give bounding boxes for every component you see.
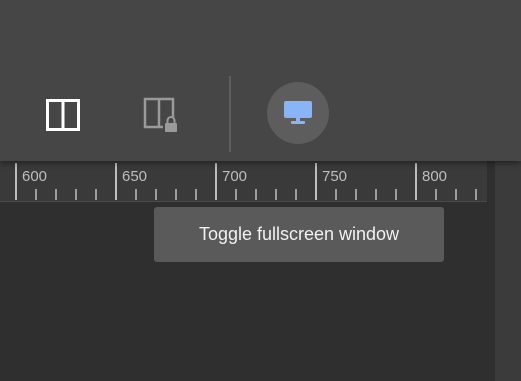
horizontal-ruler: 600 650 700 750 800 (0, 161, 487, 202)
ruler-label: 750 (322, 168, 348, 185)
ruler-label: 650 (122, 168, 148, 185)
fullscreen-toggle-button[interactable] (267, 82, 329, 144)
vertical-scrollbar[interactable] (495, 161, 521, 381)
ruler-label: 800 (422, 168, 448, 185)
locked-split-view-icon (143, 97, 179, 133)
tooltip-text: Toggle fullscreen window (198, 224, 400, 244)
ruler-label: 600 (22, 168, 48, 185)
ruler-end-gap (487, 161, 495, 202)
toolbar (0, 0, 521, 161)
split-view-button[interactable] (40, 92, 86, 138)
monitor-icon (284, 101, 312, 124)
tooltip: Toggle fullscreen window (154, 207, 444, 262)
split-view-icon (46, 99, 80, 131)
locked-split-view-button[interactable] (138, 92, 184, 138)
ruler-label: 700 (222, 168, 248, 185)
toolbar-divider (229, 76, 231, 152)
